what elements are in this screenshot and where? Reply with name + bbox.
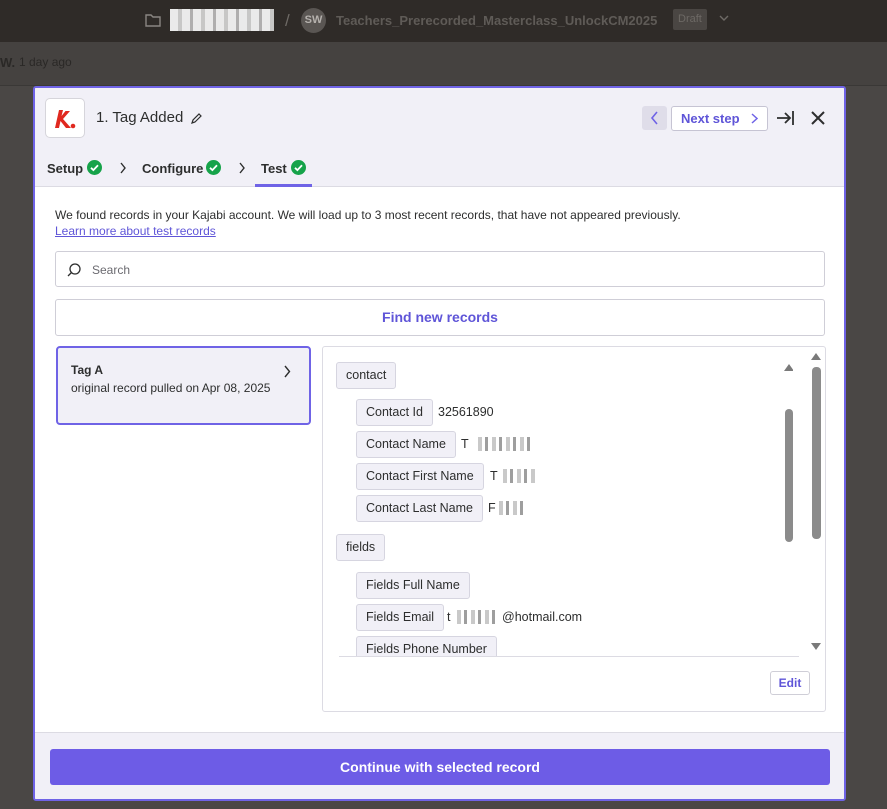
outer-scrollbar-thumb[interactable] bbox=[812, 367, 821, 539]
pencil-icon[interactable] bbox=[190, 112, 203, 125]
search-box[interactable] bbox=[55, 251, 825, 287]
zap-title[interactable]: Teachers_Prerecorded_Masterclass_UnlockC… bbox=[336, 13, 657, 28]
step-tabs: Setup Configure Test bbox=[35, 149, 844, 187]
info-text: We found records in your Kajabi account.… bbox=[55, 208, 681, 222]
field-label-contact-last-name[interactable]: Contact Last Name bbox=[356, 495, 483, 522]
step-modal: 1. Tag Added Next step Setup Configure T… bbox=[33, 86, 846, 801]
redacted-value bbox=[499, 501, 525, 515]
chevron-left-icon bbox=[650, 111, 658, 125]
folder-icon[interactable] bbox=[145, 13, 161, 27]
field-label-contact-first-name[interactable]: Contact First Name bbox=[356, 463, 484, 490]
scroll-up-icon[interactable] bbox=[810, 351, 822, 361]
search-icon bbox=[67, 263, 81, 277]
field-value-contact-first-name: T bbox=[490, 469, 498, 483]
status-badge: Draft bbox=[673, 9, 707, 30]
chevron-right-icon bbox=[239, 162, 245, 174]
editor-user: W. bbox=[0, 55, 16, 70]
field-label-contact-id[interactable]: Contact Id bbox=[356, 399, 433, 426]
field-value-contact-name: T bbox=[461, 437, 469, 451]
chevron-right-icon bbox=[120, 162, 126, 174]
find-new-records-button[interactable]: Find new records bbox=[55, 299, 825, 336]
redacted-value bbox=[503, 469, 535, 483]
redacted-value bbox=[457, 610, 497, 624]
tab-setup[interactable]: Setup bbox=[47, 161, 83, 176]
group-label-contact[interactable]: contact bbox=[336, 362, 397, 389]
record-data-list[interactable]: contact Contact Id 32561890 Contact Name… bbox=[323, 347, 793, 656]
chevron-right-icon bbox=[751, 113, 759, 124]
group-label-fields[interactable]: fields bbox=[336, 534, 386, 561]
scroll-down-icon[interactable] bbox=[810, 642, 822, 652]
panel-divider bbox=[339, 656, 799, 657]
edit-time: 1 day ago bbox=[19, 55, 72, 69]
redacted-value bbox=[478, 437, 533, 451]
modal-footer: Continue with selected record bbox=[35, 732, 844, 799]
field-value-fields-email-domain: @hotmail.com bbox=[502, 610, 583, 624]
previous-step-button[interactable] bbox=[642, 106, 667, 130]
edit-button[interactable]: Edit bbox=[770, 671, 810, 695]
top-bar: / SW Teachers_Prerecorded_Masterclass_Un… bbox=[0, 0, 887, 42]
learn-more-link[interactable]: Learn more about test records bbox=[55, 224, 216, 238]
check-circle-icon bbox=[206, 160, 221, 175]
inner-scrollbar-thumb[interactable] bbox=[785, 409, 793, 542]
chevron-right-icon bbox=[284, 365, 291, 378]
kajabi-logo-icon bbox=[55, 110, 76, 129]
field-label-contact-name[interactable]: Contact Name bbox=[356, 431, 456, 458]
field-label-fields-phone-number[interactable]: Fields Phone Number bbox=[356, 636, 497, 656]
sub-bar bbox=[0, 42, 887, 86]
redacted-folder-name[interactable] bbox=[170, 9, 274, 31]
field-label-fields-full-name[interactable]: Fields Full Name bbox=[356, 572, 470, 599]
chevron-down-icon[interactable] bbox=[719, 13, 729, 23]
check-circle-icon bbox=[87, 160, 102, 175]
tab-configure[interactable]: Configure bbox=[142, 161, 203, 176]
modal-header: 1. Tag Added Next step bbox=[35, 88, 844, 149]
next-step-button[interactable]: Next step bbox=[671, 106, 768, 131]
expand-panel-icon[interactable] bbox=[775, 108, 795, 128]
field-value-fields-email-prefix: t bbox=[447, 610, 451, 624]
field-value-contact-id: 32561890 bbox=[438, 405, 494, 419]
record-subtitle: original record pulled on Apr 08, 2025 bbox=[71, 381, 271, 395]
record-data-panel: contact Contact Id 32561890 Contact Name… bbox=[322, 346, 826, 712]
avatar[interactable]: SW bbox=[301, 8, 326, 33]
check-circle-icon bbox=[291, 160, 306, 175]
record-title: Tag A bbox=[71, 363, 103, 377]
tab-test[interactable]: Test bbox=[261, 161, 287, 176]
next-step-label: Next step bbox=[681, 111, 740, 126]
continue-with-selected-record-button[interactable]: Continue with selected record bbox=[50, 749, 830, 785]
search-input[interactable] bbox=[92, 261, 792, 279]
step-title[interactable]: 1. Tag Added bbox=[96, 109, 183, 126]
close-icon[interactable] bbox=[809, 109, 827, 127]
field-label-fields-email[interactable]: Fields Email bbox=[356, 604, 445, 631]
record-card[interactable]: Tag A original record pulled on Apr 08, … bbox=[56, 346, 311, 425]
breadcrumb-separator: / bbox=[285, 11, 290, 30]
field-value-contact-last-name: F bbox=[488, 501, 496, 515]
active-tab-indicator bbox=[255, 184, 312, 187]
app-logo bbox=[45, 98, 85, 138]
scroll-up-icon[interactable] bbox=[783, 362, 793, 372]
